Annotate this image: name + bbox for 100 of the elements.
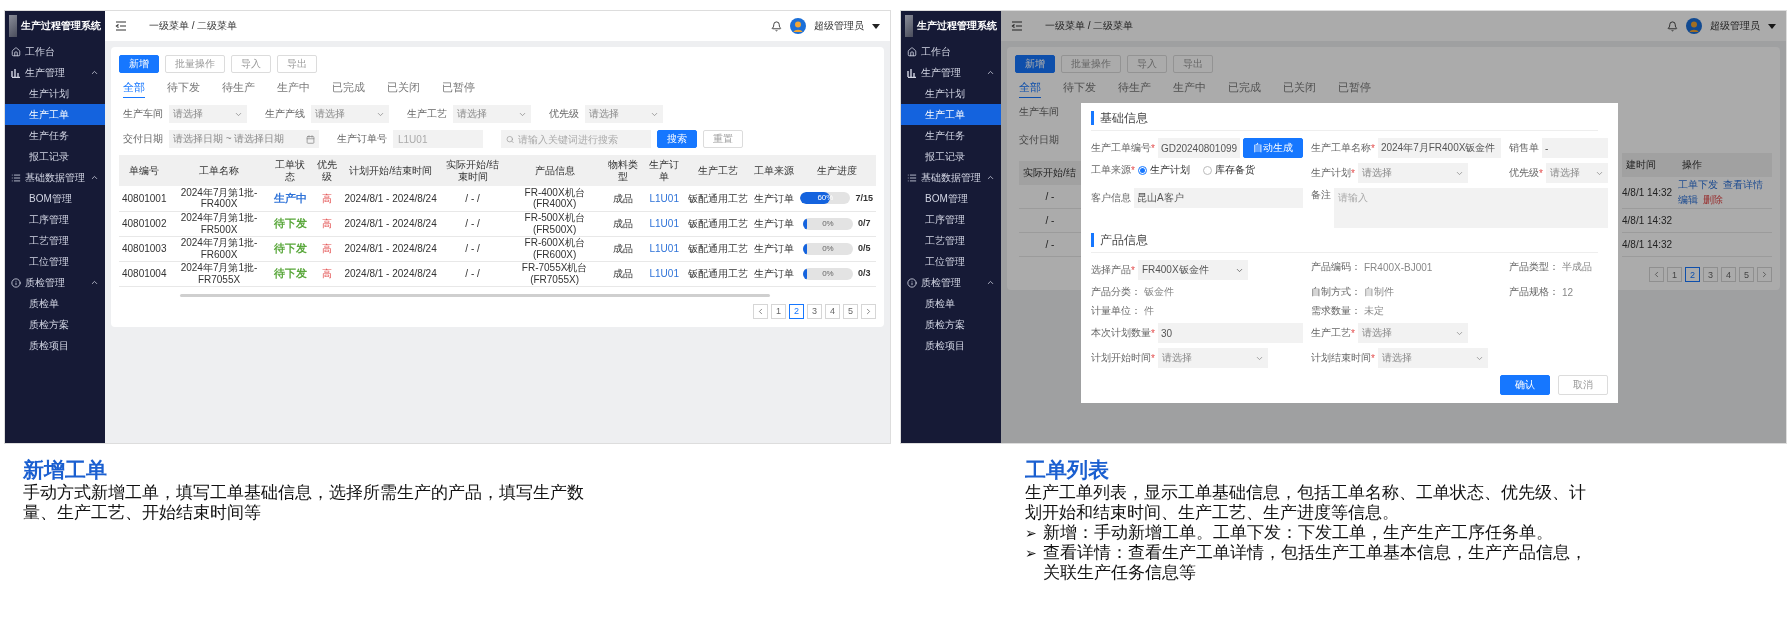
sidebar-item[interactable]: 质检单	[901, 293, 1001, 314]
select-field[interactable]: 请选择	[1377, 348, 1488, 368]
tab[interactable]: 已关闭	[1283, 80, 1316, 98]
sidebar-item[interactable]: 质检单	[5, 293, 105, 314]
caret-icon[interactable]	[1768, 23, 1776, 29]
search-button[interactable]: 搜索	[657, 130, 697, 148]
search-field[interactable]: 请输入关键词进行搜索	[501, 130, 651, 148]
sidebar-item[interactable]: 工序管理	[5, 209, 105, 230]
cancel-button[interactable]: 取消	[1558, 375, 1608, 395]
toolbar-button[interactable]: 批量操作	[165, 55, 225, 73]
confirm-button[interactable]: 确认	[1500, 375, 1550, 395]
toolbar-button[interactable]: 导入	[1127, 55, 1167, 73]
tab[interactable]: 已完成	[1228, 80, 1261, 98]
sidebar-item[interactable]: 生产工单	[5, 104, 105, 125]
toolbar-button[interactable]: 导入	[231, 55, 271, 73]
order-link[interactable]: L1U01	[649, 217, 679, 229]
sidebar-item[interactable]: 工位管理	[5, 251, 105, 272]
order-link[interactable]: L1U01	[649, 242, 679, 254]
textarea-field[interactable]: 请输入	[1334, 188, 1608, 228]
tab[interactable]: 已完成	[332, 80, 365, 98]
select-field[interactable]: 请选择	[311, 105, 389, 123]
tab[interactable]: 已关闭	[387, 80, 420, 98]
sidebar-item[interactable]: 质检项目	[5, 335, 105, 356]
page-button[interactable]: 1	[771, 303, 786, 319]
add-button[interactable]: 新增	[119, 55, 159, 73]
tab[interactable]: 生产中	[1173, 80, 1206, 98]
tab[interactable]: 生产中	[277, 80, 310, 98]
sidebar-item[interactable]: 生产计划	[901, 83, 1001, 104]
page-button[interactable]: 2	[789, 303, 804, 319]
sidebar-item[interactable]: 工艺管理	[5, 230, 105, 251]
sidebar-item[interactable]: 质检方案	[5, 314, 105, 335]
sidebar-item[interactable]: 报工记录	[901, 146, 1001, 167]
select-field[interactable]: 请选择	[1157, 348, 1268, 368]
reset-button[interactable]: 重置	[703, 130, 743, 148]
tab[interactable]: 待下发	[167, 80, 200, 98]
sidebar-item[interactable]: 生产任务	[5, 125, 105, 146]
page-button[interactable]: 3	[807, 303, 822, 319]
sidebar-item[interactable]: 工作台	[901, 41, 1001, 62]
tab[interactable]: 已暂停	[1338, 80, 1371, 98]
sidebar-item[interactable]: 质检方案	[901, 314, 1001, 335]
sidebar-item[interactable]: 工序管理	[901, 209, 1001, 230]
order-link[interactable]: L1U01	[649, 192, 679, 204]
sidebar-item[interactable]: 质检管理	[901, 272, 1001, 293]
sidebar-item[interactable]: 报工记录	[5, 146, 105, 167]
scrollbar-thumb[interactable]	[179, 293, 770, 297]
sidebar-item[interactable]: 质检项目	[901, 335, 1001, 356]
radio-option[interactable]: 库存备货	[1202, 163, 1255, 177]
sidebar-item[interactable]: 工作台	[5, 41, 105, 62]
tab[interactable]: 待生产	[222, 80, 255, 98]
bell-icon[interactable]	[1667, 20, 1678, 32]
select-field[interactable]: 请选择	[1357, 163, 1468, 183]
sidebar-item[interactable]: BOM管理	[5, 188, 105, 209]
input-field[interactable]: -	[1542, 138, 1608, 158]
select-field[interactable]: 请选择	[453, 105, 531, 123]
sidebar-item[interactable]: 生产管理	[5, 62, 105, 83]
sidebar-item[interactable]: 生产工单	[901, 104, 1001, 125]
bell-icon[interactable]	[771, 20, 782, 32]
select-field[interactable]: FR400X钣金件	[1137, 260, 1248, 280]
page-button[interactable]: 5	[843, 303, 858, 319]
toolbar-button[interactable]: 导出	[277, 55, 317, 73]
page-button[interactable]: 3	[1703, 267, 1718, 282]
generate-button[interactable]: 自动生成	[1243, 138, 1303, 158]
select-field[interactable]: 请选择	[169, 105, 247, 123]
user-name[interactable]: 超级管理员	[814, 19, 864, 33]
page-button[interactable]: 2	[1685, 267, 1700, 282]
order-link[interactable]: L1U01	[649, 267, 679, 279]
radio-option[interactable]: 生产计划	[1137, 163, 1190, 177]
user-name[interactable]: 超级管理员	[1710, 19, 1760, 33]
action-link[interactable]: 编辑	[1678, 193, 1698, 207]
toolbar-button[interactable]: 导出	[1173, 55, 1213, 73]
menu-fold-icon[interactable]	[115, 21, 127, 31]
action-link[interactable]: 工单下发	[1678, 178, 1718, 192]
tab[interactable]: 待生产	[1118, 80, 1151, 98]
caret-icon[interactable]	[872, 23, 880, 29]
sidebar-item[interactable]: 生产管理	[901, 62, 1001, 83]
sidebar-item[interactable]: BOM管理	[901, 188, 1001, 209]
action-link[interactable]: 查看详情	[1723, 178, 1763, 192]
sidebar-item[interactable]: 质检管理	[5, 272, 105, 293]
tab[interactable]: 全部	[1019, 80, 1041, 98]
date-range-field[interactable]: 请选择日期 ~ 请选择日期	[169, 130, 319, 148]
sidebar-item[interactable]: 基础数据管理	[5, 167, 105, 188]
delete-link[interactable]: 删除	[1703, 193, 1723, 207]
order-number-field[interactable]: L1U01	[393, 130, 483, 148]
select-field[interactable]: 请选择	[1545, 163, 1608, 183]
sidebar-item[interactable]: 基础数据管理	[901, 167, 1001, 188]
sidebar-item[interactable]: 工位管理	[901, 251, 1001, 272]
tab[interactable]: 全部	[123, 80, 145, 98]
page-button[interactable]: 1	[1667, 267, 1682, 282]
sidebar-item[interactable]: 生产计划	[5, 83, 105, 104]
select-field[interactable]: 请选择	[585, 105, 663, 123]
tab[interactable]: 待下发	[1063, 80, 1096, 98]
page-button[interactable]: 4	[1721, 267, 1736, 282]
menu-fold-icon[interactable]	[1011, 21, 1023, 31]
tab[interactable]: 已暂停	[442, 80, 475, 98]
input-field[interactable]: GD20240801099	[1157, 138, 1240, 158]
input-field[interactable]: 2024年7月FR400X钣金件	[1377, 138, 1501, 158]
input-field[interactable]: 昆山A客户	[1134, 188, 1303, 208]
page-button[interactable]: 5	[1739, 267, 1754, 282]
add-button[interactable]: 新增	[1015, 55, 1055, 73]
sidebar-item[interactable]: 生产任务	[901, 125, 1001, 146]
